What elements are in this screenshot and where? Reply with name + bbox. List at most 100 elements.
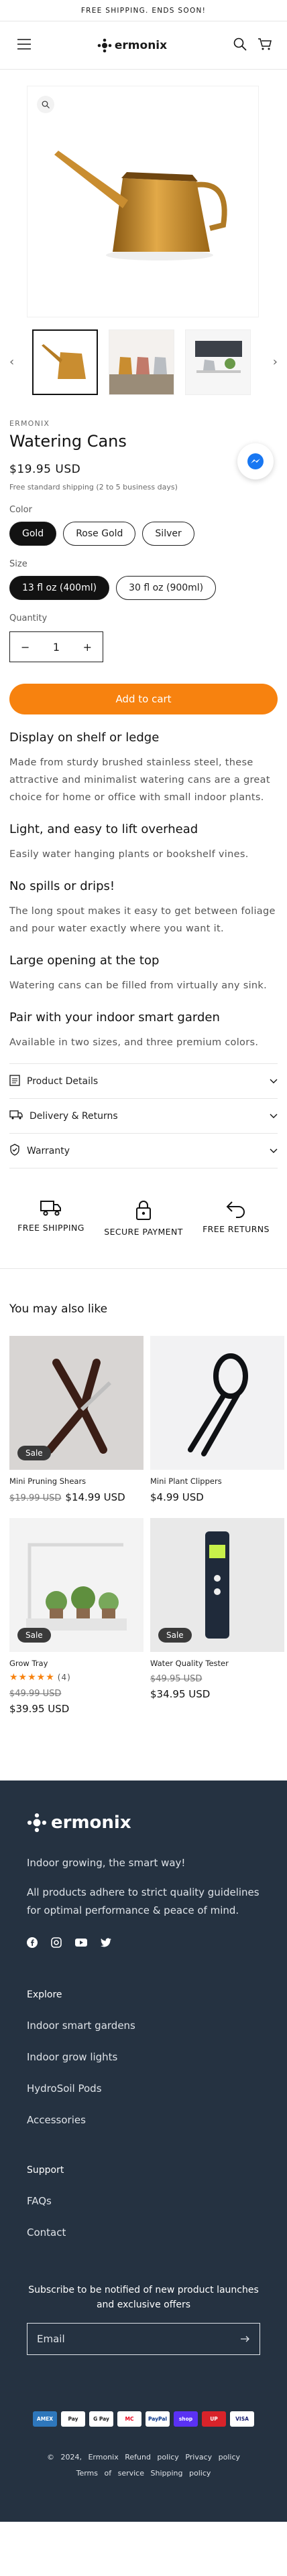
- footer-logo[interactable]: ermonix: [27, 1813, 260, 1833]
- size-option-900ml[interactable]: 30 fl oz (900ml): [116, 576, 217, 600]
- footer-link[interactable]: Indoor smart gardens: [27, 2020, 260, 2032]
- desc-text: Easily water hanging plants or bookshelf…: [9, 849, 249, 860]
- truck-icon: [9, 1110, 23, 1122]
- product-main-image[interactable]: [27, 86, 259, 317]
- copyright: © 2024, Ermonix: [46, 2453, 119, 2461]
- product-image: Sale: [9, 1336, 144, 1470]
- quantity-input[interactable]: 1: [53, 641, 60, 654]
- accordion-delivery-returns[interactable]: Delivery & Returns: [9, 1099, 278, 1134]
- thumbnail-2[interactable]: [109, 329, 174, 395]
- desc-text: The long spout makes it easy to get betw…: [9, 906, 276, 934]
- watering-can-image: [54, 151, 227, 260]
- thumbnail-3[interactable]: [185, 329, 251, 395]
- subscribe-text: Subscribe to be notified of new product …: [28, 2285, 259, 2310]
- chevron-down-icon: [270, 1146, 278, 1156]
- footer-link[interactable]: Contact: [27, 2226, 260, 2239]
- color-option-silver[interactable]: Silver: [142, 522, 194, 546]
- chevron-left-icon[interactable]: ‹: [9, 355, 14, 369]
- product-description: Display on shelf or ledge Made from stur…: [9, 731, 278, 1051]
- product-card[interactable]: Sale Water Quality Tester $49.95 USD $34.…: [150, 1518, 284, 1716]
- explore-links: Indoor smart gardens Indoor grow lights …: [27, 2020, 260, 2126]
- product-card[interactable]: Sale Mini Pruning Shears $19.99 USD $14.9…: [9, 1336, 144, 1506]
- color-options: Gold Rose Gold Silver: [9, 522, 278, 546]
- twitter-icon[interactable]: [101, 1937, 111, 1951]
- feature-free-returns: FREE RETURNS: [196, 1199, 276, 1237]
- accordion-warranty[interactable]: Warranty: [9, 1134, 278, 1168]
- product-name[interactable]: Mini Pruning Shears: [9, 1476, 144, 1486]
- desc-heading: Large opening at the top: [9, 954, 160, 968]
- thumbnail-strip: ‹ ›: [0, 329, 287, 416]
- product-card[interactable]: Mini Plant Clippers $4.99 USD: [150, 1336, 284, 1506]
- email-placeholder: Email: [37, 2333, 65, 2345]
- paypal-icon: PayPal: [146, 2411, 170, 2427]
- search-icon[interactable]: [233, 37, 247, 54]
- add-to-cart-button[interactable]: Add to cart: [9, 684, 278, 714]
- cart-icon[interactable]: [257, 37, 272, 54]
- shield-icon: [9, 1143, 20, 1158]
- legal-link[interactable]: Privacy policy: [185, 2453, 240, 2461]
- desc-text: Watering cans can be filled from virtual…: [9, 980, 267, 991]
- product-card[interactable]: Sale Grow Tray ★★★★★ (4) $49.99 USD $39.95…: [9, 1518, 144, 1716]
- product-info: ERMONIX Watering Cans $19.95 USD Free st…: [0, 419, 287, 1237]
- site-logo[interactable]: ermonix: [97, 38, 167, 53]
- product-image: Sale: [9, 1518, 144, 1652]
- site-header: ermonix: [0, 21, 287, 70]
- product-brand: ERMONIX: [9, 419, 50, 428]
- related-products: Sale Mini Pruning Shears $19.99 USD $14.9…: [0, 1336, 287, 1716]
- hamburger-icon[interactable]: [17, 38, 31, 52]
- shipping-note: Free standard shipping (2 to 5 business …: [9, 483, 178, 491]
- legal-link[interactable]: Refund policy: [125, 2453, 179, 2461]
- related-title: You may also like: [9, 1302, 108, 1316]
- product-name[interactable]: Mini Plant Clippers: [150, 1476, 284, 1486]
- chevron-down-icon: [270, 1076, 278, 1087]
- email-field[interactable]: Email: [27, 2323, 260, 2355]
- lock-icon: [136, 1201, 151, 1220]
- footer-link[interactable]: Accessories: [27, 2114, 260, 2126]
- zoom-icon[interactable]: [37, 96, 54, 113]
- product-accordion: Product Details Delivery & Returns Warra…: [9, 1063, 278, 1168]
- return-arrow-icon: [226, 1201, 245, 1218]
- sale-price: $34.95 USD: [150, 1688, 211, 1700]
- product-name[interactable]: Water Quality Tester: [150, 1659, 284, 1668]
- youtube-icon[interactable]: [75, 1937, 87, 1951]
- product-name[interactable]: Grow Tray: [9, 1659, 144, 1668]
- legal-link[interactable]: Terms of service: [76, 2469, 144, 2478]
- footer-link[interactable]: FAQs: [27, 2195, 260, 2207]
- payment-icons: AMEX Pay G Pay MC PayPal shop UP VISA: [27, 2411, 260, 2427]
- clipboard-icon: [9, 1074, 20, 1089]
- size-option-400ml[interactable]: 13 fl oz (400ml): [9, 576, 110, 600]
- instagram-icon[interactable]: [51, 1937, 62, 1951]
- old-price: $49.99 USD: [9, 1689, 62, 1699]
- apple-pay-icon: Pay: [61, 2411, 85, 2427]
- facebook-icon[interactable]: [27, 1937, 38, 1951]
- messenger-chat-button[interactable]: [237, 443, 274, 479]
- unionpay-icon: UP: [202, 2411, 226, 2427]
- feature-secure-payment: SECURE PAYMENT: [103, 1199, 184, 1237]
- footer-link[interactable]: Indoor grow lights: [27, 2051, 260, 2063]
- thumbnail-1[interactable]: [32, 329, 98, 395]
- legal-link[interactable]: Shipping policy: [151, 2469, 211, 2478]
- arrow-right-icon[interactable]: [241, 2333, 250, 2345]
- footer-tagline: Indoor growing, the smart way!: [27, 1857, 186, 1869]
- color-label: Color: [9, 505, 32, 515]
- shop-pay-icon: shop: [174, 2411, 198, 2427]
- sale-badge: Sale: [17, 1628, 51, 1643]
- truck-icon: [40, 1201, 61, 1216]
- old-price: $49.95 USD: [150, 1674, 203, 1684]
- footer-link[interactable]: HydroSoil Pods: [27, 2082, 260, 2095]
- visa-icon: VISA: [230, 2411, 254, 2427]
- color-option-gold[interactable]: Gold: [9, 522, 57, 546]
- desc-heading: No spills or drips!: [9, 879, 115, 893]
- rating-count: (4): [57, 1673, 71, 1682]
- minus-icon[interactable]: −: [21, 641, 30, 654]
- site-footer: ermonix Indoor growing, the smart way! A…: [0, 1781, 287, 2522]
- plus-icon[interactable]: +: [83, 641, 92, 654]
- chevron-right-icon[interactable]: ›: [273, 355, 278, 369]
- chevron-down-icon: [270, 1111, 278, 1122]
- product-title: Watering Cans: [9, 432, 127, 451]
- color-option-rose-gold[interactable]: Rose Gold: [63, 522, 136, 546]
- messenger-icon: [247, 453, 264, 469]
- sale-price: $14.99 USD: [65, 1491, 125, 1503]
- accordion-product-details[interactable]: Product Details: [9, 1064, 278, 1099]
- product-image: [150, 1336, 284, 1470]
